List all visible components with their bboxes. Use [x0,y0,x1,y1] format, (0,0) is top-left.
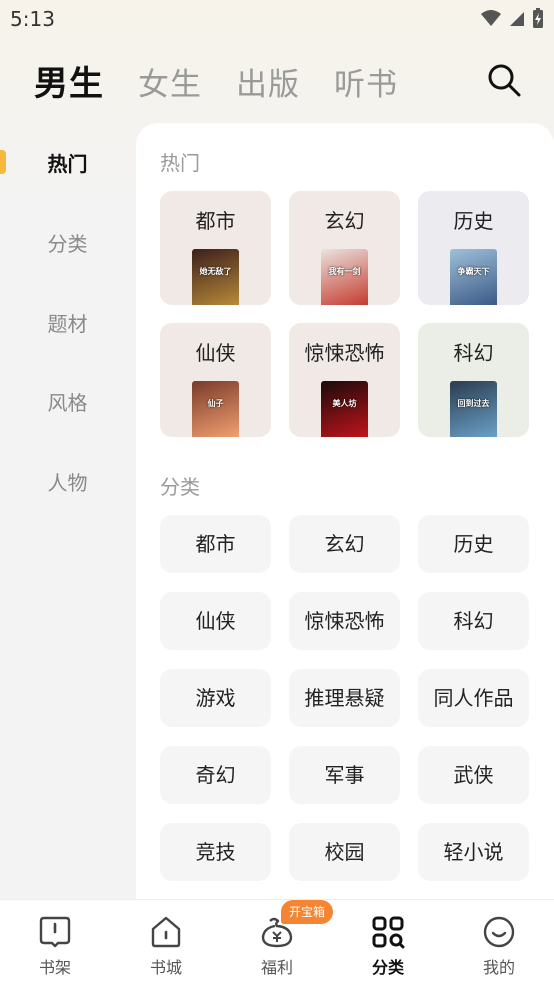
category-section-title: 分类 [160,475,200,499]
category-pill[interactable]: 历史 [418,515,529,573]
category-pill[interactable]: 仙侠 [160,592,271,650]
profile-icon [483,916,515,948]
book-cover-image: 回到过去 [450,381,497,437]
category-pill[interactable]: 惊悚恐怖 [289,592,400,650]
book-cover-image: 仙子 [192,381,239,437]
book-cover-title: 争霸天下 [457,267,490,276]
rail-item-theme[interactable]: 题材 [0,299,135,349]
hot-card[interactable]: 都市 她无敌了 [160,191,271,305]
category-pill[interactable]: 校园 [289,823,400,881]
content-panel: 热门 都市 她无敌了 玄幻 我有一剑 历史 争霸天下 仙侠 仙子 惊悚恐怖 美人坊 科幻 回到过去 分… [136,123,554,913]
category-pill[interactable]: 都市 [160,515,271,573]
book-cover-title: 她无敌了 [199,267,232,276]
hot-card[interactable]: 仙侠 仙子 [160,323,271,437]
tab-female[interactable]: 女生 [138,59,202,104]
tab-male[interactable]: 男生 [34,56,104,105]
nav-bookstore[interactable]: 书城 [111,900,221,984]
category-pill[interactable]: 玄幻 [289,515,400,573]
hot-card-label: 玄幻 [324,209,365,233]
hot-card-label: 都市 [195,209,236,233]
book-cover-title: 我有一剑 [328,267,361,276]
rail-item-character[interactable]: 人物 [0,458,135,508]
book-cover-title: 仙子 [207,399,224,408]
status-time: 5:13 [10,7,55,31]
hot-card[interactable]: 玄幻 我有一剑 [289,191,400,305]
nav-profile[interactable]: 我的 [444,900,554,984]
category-pill[interactable]: 科幻 [418,592,529,650]
category-pill[interactable]: 武侠 [418,746,529,804]
category-pill[interactable]: 军事 [289,746,400,804]
category-pill[interactable]: 游戏 [160,669,271,727]
search-icon[interactable] [486,62,522,98]
hot-card-label: 科幻 [453,341,494,365]
tab-publish[interactable]: 出版 [236,59,300,104]
nav-category[interactable]: 分类 [333,900,443,984]
nav-label-profile: 我的 [482,958,515,977]
hot-card[interactable]: 科幻 回到过去 [418,323,529,437]
status-bar: 5:13 [0,0,554,40]
treasure-badge[interactable]: 开宝箱 [281,900,334,924]
top-tabs: 男生 女生 出版 听书 [34,56,432,106]
book-cover-image: 我有一剑 [321,249,368,305]
category-pill[interactable]: 轻小说 [418,823,529,881]
status-icons [480,7,544,29]
hot-card[interactable]: 历史 争霸天下 [418,191,529,305]
bookstore-icon [151,916,181,948]
book-cover-image: 美人坊 [321,381,368,437]
hot-card-label: 历史 [453,209,494,233]
category-pill[interactable]: 同人作品 [418,669,529,727]
battery-icon [533,8,543,28]
nav-label-category: 分类 [371,958,404,977]
nav-label-welfare: 福利 [260,958,293,977]
hot-card[interactable]: 惊悚恐怖 美人坊 [289,323,400,437]
hot-card-label: 仙侠 [195,341,236,365]
nav-bookshelf[interactable]: 书架 [0,900,110,984]
category-pill[interactable]: 竞技 [160,823,271,881]
book-cover-title: 美人坊 [332,399,357,408]
category-icon [372,916,405,949]
rail-item-hot[interactable]: 热门 [0,139,135,189]
hot-card-label: 惊悚恐怖 [304,341,385,365]
rail-item-style[interactable]: 风格 [0,378,135,428]
book-cover-image: 她无敌了 [192,249,239,305]
left-rail: 热门 分类 题材 风格 人物 [0,125,135,900]
rail-item-category[interactable]: 分类 [0,219,135,269]
book-cover-title: 回到过去 [457,399,490,408]
nav-label-bookstore: 书城 [149,958,182,977]
category-pill[interactable]: 推理悬疑 [289,669,400,727]
tab-audio[interactable]: 听书 [334,59,398,104]
nav-label-bookshelf: 书架 [38,958,71,977]
wifi-icon [481,10,501,26]
book-cover-image: 争霸天下 [450,249,497,305]
category-pill[interactable]: 奇幻 [160,746,271,804]
signal-icon [510,12,524,26]
hot-section-title: 热门 [160,151,200,175]
bookshelf-icon [39,916,71,948]
bottom-nav: 书架 书城 福利 分类 我的 [0,899,554,984]
